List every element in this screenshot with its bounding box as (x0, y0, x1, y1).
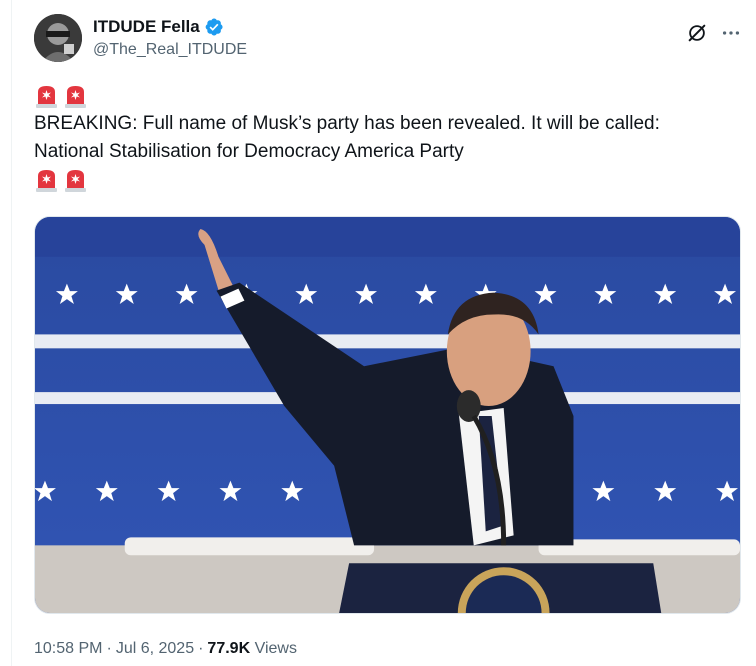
avatar[interactable] (34, 14, 82, 62)
photo-illustration (35, 217, 740, 613)
author-display-name[interactable]: ITDUDE Fella (93, 16, 200, 38)
rotating-light-emoji (34, 167, 59, 193)
grok-icon[interactable] (686, 22, 708, 44)
timeline-divider (11, 0, 12, 666)
tweet-text-line-2: National Stabilisation for Democracy Ame… (34, 141, 464, 162)
rotating-light-emoji (63, 167, 88, 193)
tweet-text-line-1: BREAKING: Full name of Musk’s party has … (34, 113, 660, 134)
tweet-body: BREAKING: Full name of Musk’s party has … (34, 82, 746, 194)
tweet-photo[interactable] (34, 216, 741, 614)
tweet-meta: 10:58 PM · Jul 6, 2025 · 77.9K Views (34, 638, 297, 660)
tweet-header: ITDUDE Fella @The_Real_ITDUDE (34, 12, 742, 64)
verified-badge-icon[interactable] (204, 17, 224, 37)
emoji-row-top (34, 82, 746, 110)
tweet-time[interactable]: 10:58 PM (34, 640, 102, 657)
tweet-date[interactable]: Jul 6, 2025 (116, 640, 194, 657)
views-count: 77.9K (207, 640, 251, 657)
author-info: ITDUDE Fella @The_Real_ITDUDE (93, 16, 247, 61)
emoji-row-bottom (34, 166, 746, 194)
more-icon[interactable] (720, 22, 742, 44)
rotating-light-emoji (63, 83, 88, 109)
meta-separator: · (106, 640, 112, 657)
meta-separator: · (198, 640, 204, 657)
author-handle[interactable]: @The_Real_ITDUDE (93, 39, 247, 61)
rotating-light-emoji (34, 83, 59, 109)
views-label: Views (254, 640, 297, 657)
tweet-actions (686, 22, 742, 44)
